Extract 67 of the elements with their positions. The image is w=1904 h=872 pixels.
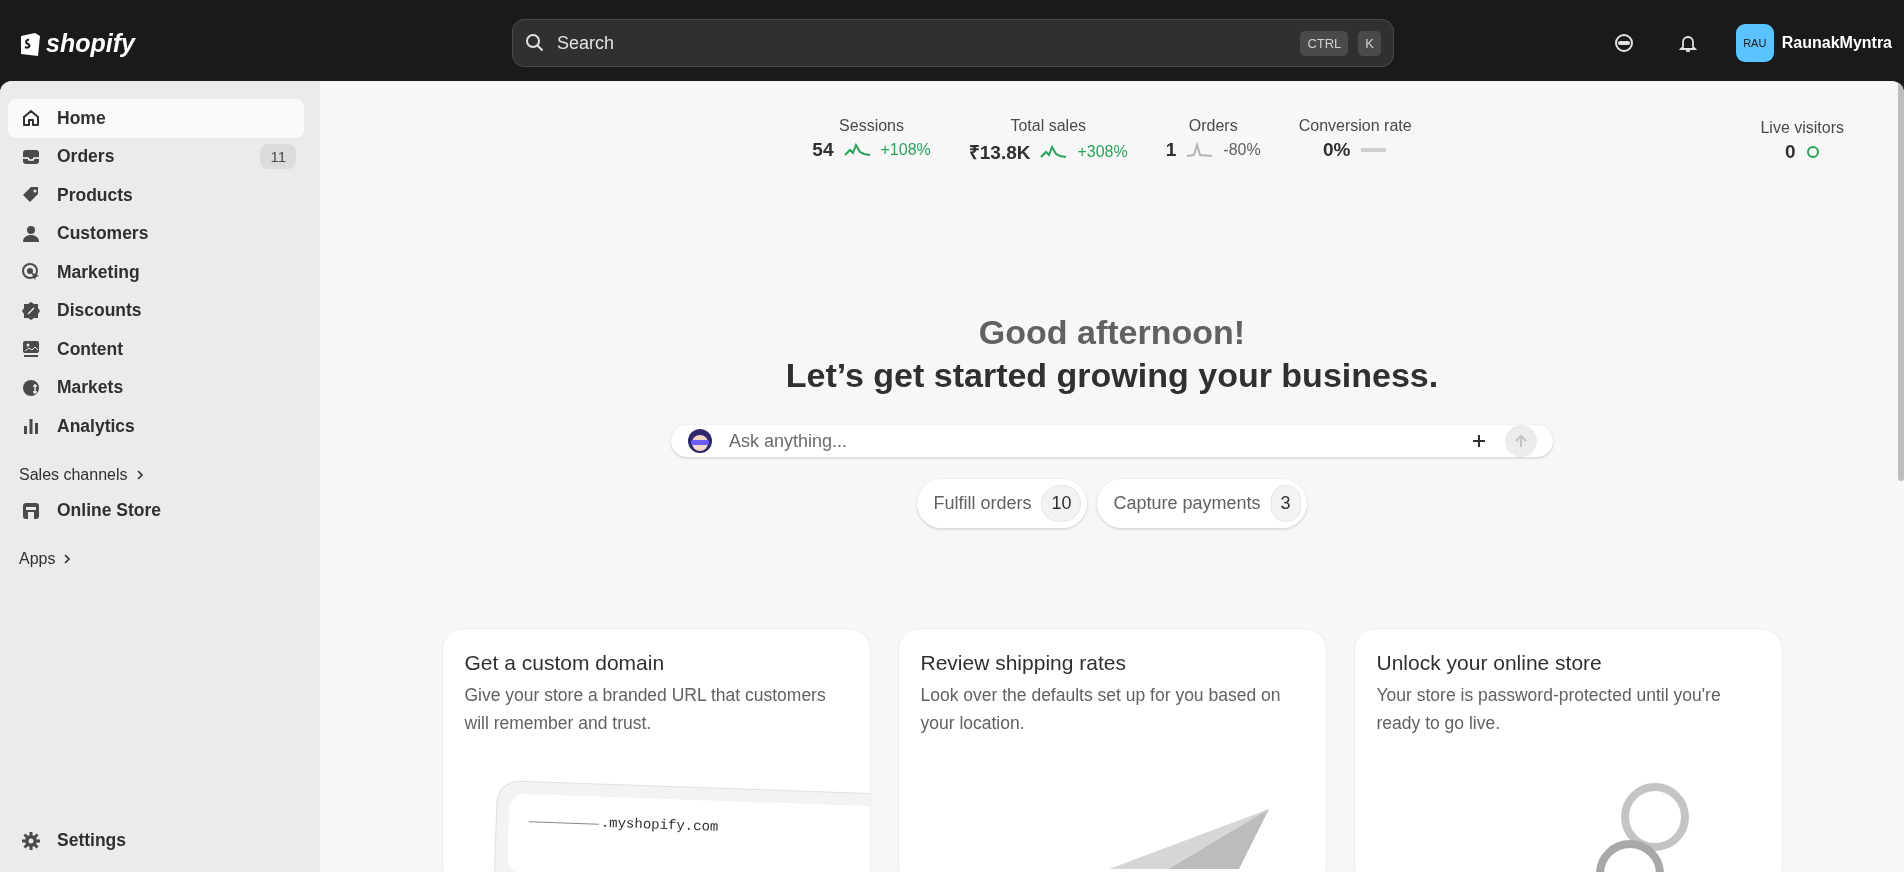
- metric-value: 54: [812, 139, 834, 161]
- nav-item[interactable]: Analytics: [8, 407, 304, 446]
- search-field[interactable]: Search CTRL K: [512, 19, 1394, 67]
- nav-item[interactable]: Discounts: [8, 291, 304, 330]
- metric-value: ₹13.8K: [968, 141, 1031, 165]
- card-description: Look over the defaults set up for you based on your location.: [920, 684, 1282, 735]
- nav-item[interactable]: Online Store: [8, 491, 304, 530]
- count-badge: 11: [260, 144, 296, 170]
- scrollbar[interactable]: [1898, 81, 1904, 481]
- globe-icon: [21, 377, 41, 398]
- metric-change: -80%: [1223, 141, 1261, 159]
- metric-label: Orders: [1188, 117, 1238, 135]
- card-description: Give your store a branded URL that customers will remember and trust.: [464, 684, 827, 735]
- nav-item[interactable]: Content: [8, 330, 304, 369]
- nav-item[interactable]: Customers: [8, 214, 304, 253]
- metric-label: Total sales: [1010, 117, 1087, 135]
- shortcut-key: K: [1358, 30, 1381, 56]
- status-ring-icon: [1805, 145, 1820, 159]
- section-link[interactable]: Apps: [8, 550, 312, 568]
- shortcut-key: CTRL: [1300, 30, 1349, 56]
- settings-nav-item[interactable]: Settings: [8, 821, 304, 860]
- assistant-avatar-icon: [687, 428, 713, 454]
- discount-badge-icon: [21, 300, 41, 321]
- metric-change: +108%: [880, 141, 931, 159]
- sparkline: [1360, 146, 1388, 154]
- nav-item[interactable]: Marketing: [8, 253, 304, 292]
- metric-change: +308%: [1077, 143, 1128, 161]
- store-icon: [21, 500, 41, 521]
- sparkline: [1186, 141, 1214, 159]
- section-link[interactable]: Sales channels: [8, 465, 312, 484]
- sparkline: [843, 141, 871, 159]
- plus-icon: [1471, 433, 1487, 449]
- metric-label: Conversion rate: [1298, 117, 1412, 135]
- nav-item[interactable]: Markets: [8, 368, 304, 407]
- card-description: Your store is password-protected until you're ready to go live.: [1376, 684, 1722, 735]
- sparkline: [1040, 143, 1068, 161]
- headline: Let’s get started growing your business.: [785, 356, 1439, 395]
- chevron-right-icon: [63, 553, 72, 565]
- bell-icon: [1677, 33, 1698, 53]
- account-menu[interactable]: RAU RaunakMyntra: [1735, 24, 1892, 62]
- metric-value: 1: [1165, 139, 1177, 161]
- browser-url-drawing: .myshopify.com: [492, 780, 870, 872]
- metric-label: Live visitors: [1760, 119, 1844, 137]
- nav-item[interactable]: Home: [8, 99, 304, 138]
- search-input[interactable]: Search: [555, 31, 1291, 55]
- metric-value: 0: [1784, 141, 1796, 163]
- home-icon: [21, 108, 41, 129]
- logo-text[interactable]: shopify: [46, 28, 135, 58]
- metric-value: 0%: [1322, 139, 1351, 161]
- search-icon: [525, 33, 545, 53]
- avatar: RAU: [1735, 24, 1774, 62]
- nav-item[interactable]: Products: [8, 176, 304, 215]
- arrow-up-icon: [1514, 434, 1528, 448]
- ask-field[interactable]: Ask anything...: [671, 425, 1553, 457]
- task-chip[interactable]: Fulfill orders 10: [917, 479, 1088, 528]
- picture-icon: [21, 339, 41, 360]
- card-title: Get a custom domain: [464, 651, 666, 675]
- nav-item[interactable]: Orders 11: [8, 137, 304, 176]
- task-chip[interactable]: Capture payments 3: [1097, 479, 1307, 528]
- nav-icon: [21, 830, 41, 851]
- bar-chart-icon: [21, 416, 41, 437]
- card-title: Review shipping rates: [920, 651, 1127, 675]
- card-title: Unlock your online store: [1376, 651, 1603, 675]
- metric-label: Sessions: [839, 117, 904, 135]
- person-icon: [21, 223, 41, 244]
- greeting: Good afternoon!: [978, 313, 1246, 352]
- chevron-right-icon: [135, 468, 144, 481]
